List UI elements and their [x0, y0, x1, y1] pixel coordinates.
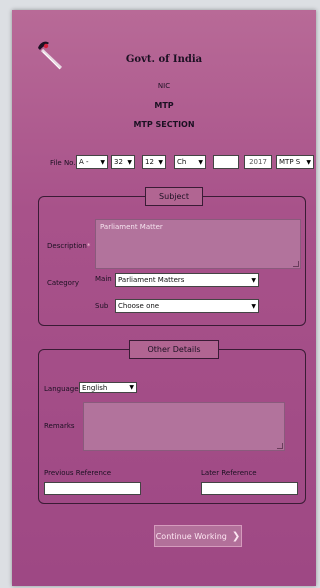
chevron-down-icon: ▼ [251, 302, 256, 310]
remarks-label: Remarks [44, 422, 75, 430]
chevron-down-icon: ▼ [198, 158, 203, 166]
file-no-section-select[interactable]: MTP S ▼ [276, 155, 314, 169]
other-details-fieldset: Other Details Language English ▼ Remarks … [38, 340, 306, 504]
description-label: Description* [47, 242, 91, 250]
app-title: MTP [154, 101, 174, 110]
sub-category-select[interactable]: Choose one ▼ [115, 299, 259, 313]
chevron-down-icon: ▼ [306, 158, 311, 166]
file-no-part-2-select[interactable]: 32 ▼ [111, 155, 135, 169]
later-reference-input[interactable] [201, 482, 298, 495]
other-details-legend: Other Details [129, 340, 219, 359]
file-no-part-4-select[interactable]: Ch ▼ [174, 155, 206, 169]
form-panel: Govt. of India NIC MTP MTP SECTION File … [12, 10, 316, 586]
previous-reference-label: Previous Reference [44, 469, 112, 477]
chevron-down-icon: ▼ [158, 158, 163, 166]
chevron-right-icon: ❯ [231, 530, 241, 542]
org-title: Govt. of India [125, 54, 203, 65]
subject-fieldset: Subject Description* Parliament Matter C… [38, 187, 306, 326]
file-no-part-1-select[interactable]: A - ▼ [76, 155, 108, 169]
language-label: Language [44, 385, 79, 393]
file-no-part-3-select[interactable]: 12 ▼ [142, 155, 166, 169]
previous-reference-input[interactable] [44, 482, 141, 495]
category-label: Category [47, 279, 79, 287]
chevron-down-icon: ▼ [251, 276, 256, 284]
resize-handle-icon[interactable] [277, 443, 283, 449]
resize-handle-icon[interactable] [293, 261, 299, 267]
chevron-down-icon: ▼ [129, 384, 134, 391]
subject-legend: Subject [145, 187, 203, 206]
section-title: MTP SECTION [133, 120, 195, 129]
emblem-logo-icon [38, 41, 63, 70]
main-category-select[interactable]: Parliament Matters ▼ [115, 273, 259, 287]
sub-label: Sub [95, 302, 109, 310]
later-reference-label: Later Reference [201, 469, 257, 477]
required-mark: * [86, 242, 91, 250]
file-no-label: File No.* [50, 159, 79, 167]
file-no-part-5-input[interactable] [213, 155, 239, 169]
file-no-year-input[interactable]: 2017 [244, 155, 272, 169]
language-select[interactable]: English ▼ [79, 382, 137, 393]
continue-working-button[interactable]: Continue Working ❯ [154, 525, 242, 547]
main-label: Main [95, 275, 112, 283]
remarks-textarea[interactable] [83, 402, 285, 451]
chevron-down-icon: ▼ [127, 158, 132, 166]
nic-label: NIC [157, 82, 171, 90]
description-textarea[interactable]: Parliament Matter [95, 219, 301, 269]
chevron-down-icon: ▼ [100, 158, 105, 166]
